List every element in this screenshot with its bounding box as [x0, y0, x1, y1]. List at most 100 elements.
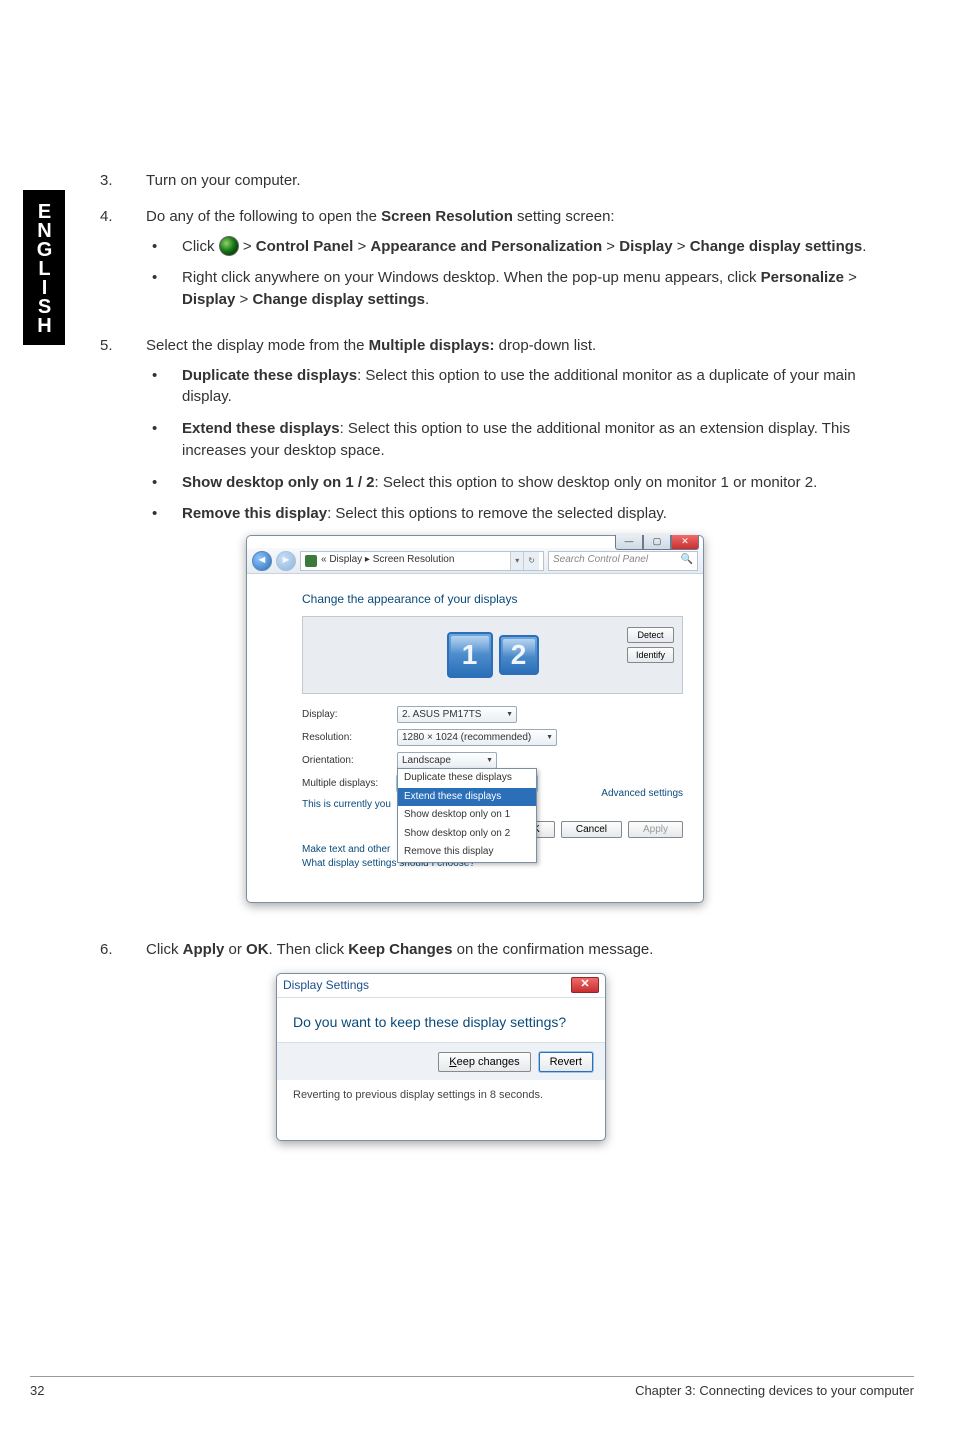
multiple-displays-dropdown: Duplicate these displays Extend these di…	[397, 768, 537, 863]
keep-changes-button[interactable]: Keep changes	[438, 1052, 530, 1072]
advanced-settings-link[interactable]: Advanced settings	[601, 787, 683, 802]
s4b2-b3: Change display settings	[252, 291, 425, 308]
s4b2-gt2: >	[235, 291, 252, 308]
step-5-bullet-4: • Remove this display: Select this optio…	[146, 503, 900, 525]
step-4-intro-a: Do any of the following to open the	[146, 208, 381, 225]
step-3: 3. Turn on your computer.	[100, 170, 900, 192]
bullet-dot: •	[146, 365, 182, 387]
step-5-bullet-2: • Extend these displays: Select this opt…	[146, 418, 900, 462]
page-footer: 32 Chapter 3: Connecting devices to your…	[30, 1376, 914, 1398]
step-4: 4. Do any of the following to open the S…	[100, 206, 900, 321]
monitor-2-icon[interactable]: 2	[499, 635, 539, 675]
s4b2-gt1: >	[844, 269, 857, 286]
s4b2-b2: Display	[182, 291, 235, 308]
combo-display-value: 2. ASUS PM17TS	[402, 708, 481, 723]
step-4-bullet-1: • Click > Control Panel > Appearance and…	[146, 236, 900, 258]
s4b1-gt1: >	[243, 238, 256, 255]
breadcrumb-refresh-icon[interactable]: ↻	[523, 552, 539, 570]
s4b1-b1: Control Panel	[256, 238, 354, 255]
dropdown-opt-duplicate[interactable]: Duplicate these displays	[398, 769, 536, 788]
screenshot-screen-resolution: — ▢ ✕ ◄ ► « Display ▸ Screen Resolution	[246, 535, 704, 903]
dropdown-opt-only-2[interactable]: Show desktop only on 2	[398, 825, 536, 844]
step-5-bullet-3: • Show desktop only on 1 / 2: Select thi…	[146, 472, 900, 494]
language-tab-label: ENGLISH	[33, 201, 56, 334]
bullet-dot: •	[146, 418, 182, 440]
step-5-num: 5.	[100, 335, 146, 357]
cancel-button[interactable]: Cancel	[561, 821, 622, 838]
s5-intro-a: Select the display mode from the	[146, 337, 369, 354]
back-button[interactable]: ◄	[252, 551, 272, 571]
bullet-dot: •	[146, 236, 182, 258]
s5b1-b: Duplicate these displays	[182, 367, 357, 384]
breadcrumb-text: « Display ▸ Screen Resolution	[321, 553, 454, 568]
page-content: 3. Turn on your computer. 4. Do any of t…	[100, 170, 900, 1155]
monitor-1-icon[interactable]: 1	[447, 632, 493, 678]
s6-mid: or	[224, 941, 246, 958]
search-input[interactable]: Search Control Panel 🔍	[548, 551, 698, 571]
maximize-button[interactable]: ▢	[643, 535, 671, 550]
apply-button[interactable]: Apply	[628, 821, 683, 838]
dialog-title: Display Settings	[283, 977, 369, 994]
dialog-question: Do you want to keep these display settin…	[277, 998, 605, 1042]
s6-b2: OK	[246, 941, 269, 958]
minimize-button[interactable]: —	[615, 535, 643, 550]
s4b1-gt4: >	[673, 238, 690, 255]
step-4-intro-c: setting screen:	[513, 208, 615, 225]
step-4-num: 4.	[100, 206, 146, 228]
step-5: 5. Select the display mode from the Mult…	[100, 335, 900, 925]
s6-a: Click	[146, 941, 183, 958]
detect-button[interactable]: Detect	[627, 627, 674, 643]
s4b2-b1: Personalize	[761, 269, 844, 286]
dropdown-opt-only-1[interactable]: Show desktop only on 1	[398, 806, 536, 825]
screenshot-display-settings-dialog: Display Settings ✕ Do you want to keep t…	[276, 973, 606, 1141]
forward-button[interactable]: ►	[276, 551, 296, 571]
row-display: Display: 2. ASUS PM17TS	[302, 706, 683, 723]
keep-changes-label: eep changes	[457, 1056, 520, 1068]
breadcrumb[interactable]: « Display ▸ Screen Resolution ▾ ↻	[300, 551, 544, 571]
panel-heading: Change the appearance of your displays	[302, 591, 683, 608]
label-orientation: Orientation:	[302, 754, 397, 769]
dialog-titlebar: Display Settings ✕	[277, 974, 605, 998]
identify-button[interactable]: Identify	[627, 647, 674, 663]
s5b3-b: Show desktop only on 1 / 2	[182, 474, 375, 491]
s4b1-gt3: >	[602, 238, 619, 255]
s5-intro-c: drop-down list.	[494, 337, 596, 354]
s5b3-t: : Select this option to show desktop onl…	[375, 474, 818, 491]
dropdown-opt-extend[interactable]: Extend these displays	[398, 788, 536, 807]
search-placeholder: Search Control Panel	[553, 553, 648, 568]
s6-b1: Apply	[183, 941, 225, 958]
dropdown-opt-remove[interactable]: Remove this display	[398, 843, 536, 862]
bullet-dot: •	[146, 503, 182, 525]
label-resolution: Resolution:	[302, 731, 397, 746]
s4b2-post: .	[425, 291, 429, 308]
label-display: Display:	[302, 708, 397, 723]
s6-c: . Then click	[269, 941, 349, 958]
step-3-num: 3.	[100, 170, 146, 192]
s4b1-b2: Appearance and Personalization	[370, 238, 602, 255]
s4b1-post: .	[862, 238, 866, 255]
s6-b3: Keep Changes	[348, 941, 452, 958]
combo-display[interactable]: 2. ASUS PM17TS	[397, 706, 517, 723]
close-button[interactable]: ✕	[671, 535, 699, 550]
breadcrumb-dropdown-icon[interactable]: ▾	[510, 552, 523, 570]
combo-orientation[interactable]: Landscape	[397, 752, 497, 769]
s6-d: on the confirmation message.	[453, 941, 654, 958]
s5b4-b: Remove this display	[182, 505, 327, 522]
step-4-bullet-2: • Right click anywhere on your Windows d…	[146, 267, 900, 311]
control-panel-icon	[305, 555, 317, 567]
row-orientation: Orientation: Landscape	[302, 752, 683, 769]
step-6: 6. Click Apply or OK. Then click Keep Ch…	[100, 939, 900, 1141]
step-6-num: 6.	[100, 939, 146, 961]
s5b4-t: : Select this options to remove the sele…	[327, 505, 667, 522]
s4b2-line1: Right click anywhere on your Windows des…	[182, 269, 761, 286]
revert-button[interactable]: Revert	[539, 1052, 593, 1072]
display-preview: 1 2 Detect Identify	[302, 616, 683, 694]
step-3-text: Turn on your computer.	[146, 170, 900, 192]
dialog-close-button[interactable]: ✕	[571, 977, 599, 993]
s5-intro-bold: Multiple displays:	[369, 337, 495, 354]
s4b1-gt2: >	[353, 238, 370, 255]
step-4-intro-bold: Screen Resolution	[381, 208, 513, 225]
page-number: 32	[30, 1383, 44, 1398]
combo-resolution[interactable]: 1280 × 1024 (recommended)	[397, 729, 557, 746]
s4b1-b4: Change display settings	[690, 238, 863, 255]
